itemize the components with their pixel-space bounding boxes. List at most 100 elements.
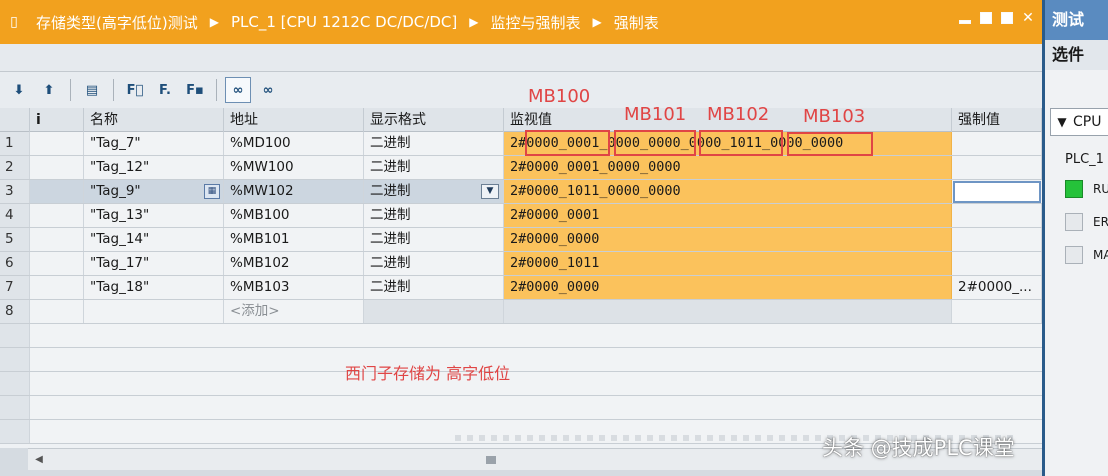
maximize-icon[interactable] <box>1001 12 1013 24</box>
table-row[interactable]: 5 "Tag_14" %MB101 二进制 2#0000_0000 <box>0 228 1042 252</box>
cpu-select[interactable]: ▼ CPU <box>1050 108 1108 136</box>
monitor-value: 2#0000_0001_0000_0000 <box>504 156 952 179</box>
force-value <box>952 300 1042 323</box>
tag-name[interactable] <box>84 300 224 323</box>
header-address[interactable]: 地址 <box>224 108 364 132</box>
tag-name[interactable]: "Tag_17" <box>84 252 224 275</box>
monitor-value <box>504 300 952 323</box>
row-info <box>30 252 84 275</box>
annotation-mb101-label: MB101 <box>624 104 687 125</box>
tag-address[interactable]: %MB103 <box>224 276 364 299</box>
header-info[interactable]: i <box>30 108 84 132</box>
row-number: 4 <box>0 204 30 227</box>
empty-row <box>0 396 1042 420</box>
row-number: 7 <box>0 276 30 299</box>
breadcrumb-separator-icon: ▶ <box>209 15 219 29</box>
row-number: 1 <box>0 132 30 155</box>
tag-name[interactable]: "Tag_12" <box>84 156 224 179</box>
monitor-glasses-icon[interactable]: ∞ <box>225 77 251 103</box>
row-info <box>30 300 84 323</box>
monitor-all-icon[interactable]: ⬇ <box>6 77 32 103</box>
breadcrumb-force-table[interactable]: 强制表 <box>614 12 659 33</box>
table-row[interactable]: 2 "Tag_12" %MW100 二进制 2#0000_0001_0000_0… <box>0 156 1042 180</box>
table-header: i 名称 地址 显示格式 监视值 强制值 <box>0 108 1042 132</box>
header-force-value[interactable]: 强制值 <box>952 108 1042 132</box>
force-value[interactable] <box>952 228 1042 251</box>
annotation-mb100-box <box>525 130 610 156</box>
header-name[interactable]: 名称 <box>84 108 224 132</box>
scroll-left-icon[interactable]: ◀ <box>32 453 46 467</box>
annotation-mb102-label: MB102 <box>707 104 770 125</box>
tag-browse-icon[interactable]: ▦ <box>204 184 220 199</box>
display-format[interactable]: 二进制 <box>364 156 504 179</box>
error-led-label: ERROR <box>1093 215 1108 229</box>
force-value-input[interactable] <box>953 181 1041 203</box>
display-format[interactable]: 二进制 <box>364 204 504 227</box>
row-number: 8 <box>0 300 30 323</box>
float-icon[interactable] <box>980 12 992 24</box>
tag-address[interactable]: %MB102 <box>224 252 364 275</box>
row-number <box>0 396 30 419</box>
row-info <box>30 228 84 251</box>
force-value[interactable]: 2#0000_... <box>952 276 1042 299</box>
row-number: 6 <box>0 252 30 275</box>
header-format[interactable]: 显示格式 <box>364 108 504 132</box>
tag-name[interactable]: "Tag_9" <box>84 180 224 203</box>
tag-address[interactable]: %MB101 <box>224 228 364 251</box>
tag-address[interactable]: %MW100 <box>224 156 364 179</box>
force-value[interactable] <box>952 132 1042 155</box>
display-format[interactable]: 二进制 <box>364 276 504 299</box>
force-icon[interactable]: F. <box>152 77 178 103</box>
scrollbar-thumb[interactable] <box>486 456 496 464</box>
annotation-note: 西门子存储为 高字低位 <box>345 364 511 383</box>
tag-address[interactable]: %MD100 <box>224 132 364 155</box>
breadcrumb-project[interactable]: 存储类型(高字低位)测试 <box>36 12 198 33</box>
add-new-placeholder[interactable]: <添加> <box>224 300 364 323</box>
tag-name[interactable]: "Tag_14" <box>84 228 224 251</box>
empty-row <box>0 348 1042 372</box>
toolbar-divider <box>216 79 217 101</box>
tag-address[interactable]: %MB100 <box>224 204 364 227</box>
monitor-value: 2#0000_0001 <box>504 204 952 227</box>
show-force-icon[interactable]: ▤ <box>79 77 105 103</box>
force-table: i 名称 地址 显示格式 监视值 强制值 1 "Tag_7" %MD100 二进… <box>0 108 1042 448</box>
tag-name[interactable]: "Tag_13" <box>84 204 224 227</box>
force-all-icon[interactable]: F⃞ <box>122 77 148 103</box>
run-led-label: RUN <box>1093 182 1108 196</box>
close-icon[interactable]: ✕ <box>1022 11 1034 25</box>
table-row[interactable]: 4 "Tag_13" %MB100 二进制 2#0000_0001 <box>0 204 1042 228</box>
breadcrumb-plc[interactable]: PLC_1 [CPU 1212C DC/DC/DC] <box>231 13 457 31</box>
display-format[interactable]: 二进制 <box>364 132 504 155</box>
annotation-mb102-box <box>699 130 783 156</box>
stop-force-icon[interactable]: F▪ <box>182 77 208 103</box>
monitor-value: 2#0000_0000 <box>504 228 952 251</box>
tag-name[interactable]: "Tag_18" <box>84 276 224 299</box>
minimize-icon[interactable] <box>959 20 971 24</box>
force-table-toolbar: ⬇ ⬆ ▤ F⃞ F. F▪ ∞ ∞ <box>0 72 1042 108</box>
display-format[interactable]: 二进制 <box>364 252 504 275</box>
breadcrumb-separator-icon: ▶ <box>592 15 602 29</box>
force-value[interactable] <box>952 156 1042 179</box>
chevron-down-icon: ▼ <box>1057 115 1067 129</box>
annotation-mb100-label: MB100 <box>528 86 591 107</box>
table-row-add[interactable]: 8 <添加> <box>0 300 1042 324</box>
toolbar-divider <box>70 79 71 101</box>
force-value[interactable] <box>952 204 1042 227</box>
monitor-glasses-once-icon[interactable]: ∞ <box>255 77 281 103</box>
table-row[interactable]: 1 "Tag_7" %MD100 二进制 2#0000_0001_0000_00… <box>0 132 1042 156</box>
annotation-mb103-label: MB103 <box>803 106 866 127</box>
tag-name[interactable]: "Tag_7" <box>84 132 224 155</box>
breadcrumb-watch-tables[interactable]: 监控与强制表 <box>490 12 580 33</box>
table-row-selected[interactable]: 3 "Tag_9" ▦ %MW102 二进制 ▼ 2#0000_1011_000… <box>0 180 1042 204</box>
force-value[interactable] <box>952 252 1042 275</box>
tab-test[interactable]: 测试 <box>1045 0 1108 40</box>
display-format[interactable]: 二进制 <box>364 228 504 251</box>
monitor-once-icon[interactable]: ⬆ <box>36 77 62 103</box>
table-row[interactable]: 7 "Tag_18" %MB103 二进制 2#0000_0000 2#0000… <box>0 276 1042 300</box>
maint-led-label: MAINT <box>1093 248 1108 262</box>
tag-address[interactable]: %MW102 <box>224 180 364 203</box>
row-number: 3 <box>0 180 30 203</box>
annotation-mb103-box <box>787 132 873 156</box>
table-row[interactable]: 6 "Tag_17" %MB102 二进制 2#0000_1011 <box>0 252 1042 276</box>
format-dropdown-icon[interactable]: ▼ <box>481 184 499 199</box>
